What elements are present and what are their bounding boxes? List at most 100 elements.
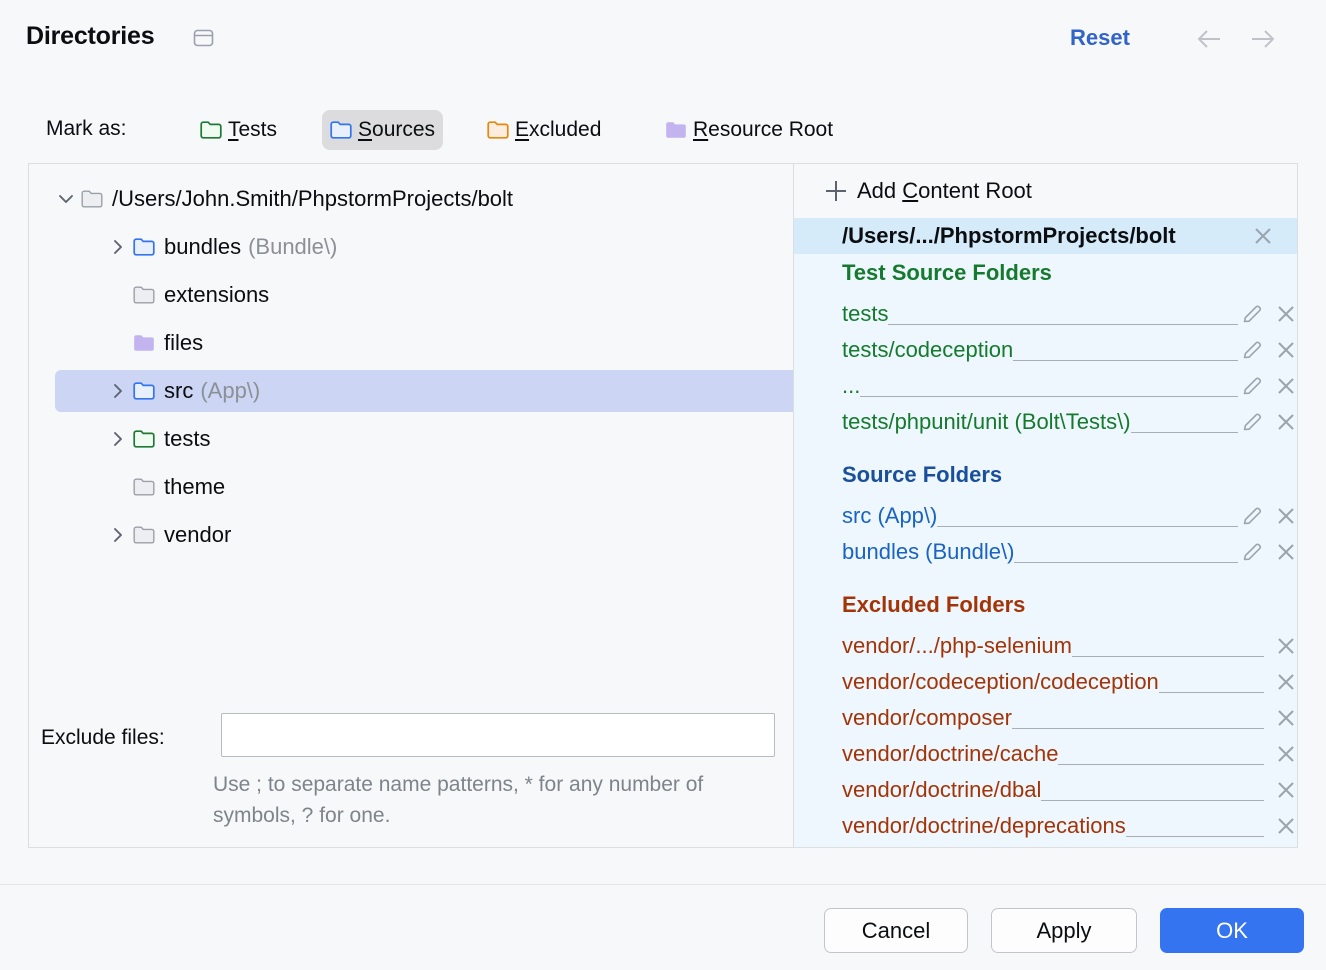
pencil-icon[interactable]: [1240, 374, 1264, 398]
mark-as-excluded-button[interactable]: Excluded: [479, 110, 609, 150]
mark-as-tests-button[interactable]: Tests: [192, 110, 285, 150]
tree-node-theme[interactable]: theme: [55, 466, 793, 508]
root-entry[interactable]: bundles (Bundle\): [842, 534, 1297, 570]
content-root-row[interactable]: /Users/.../PhpstormProjects/bolt: [794, 218, 1297, 254]
root-entry-label: src (App\): [842, 503, 937, 529]
mark-as-label-3: Resource Root: [693, 118, 833, 142]
pencil-icon[interactable]: [1240, 410, 1264, 434]
root-entry-label: tests/phpunit/unit (Bolt\Tests\): [842, 409, 1131, 435]
entry-rule: [1012, 728, 1264, 729]
add-root-prefix: Add: [857, 178, 902, 203]
directory-tree[interactable]: /Users/John.Smith/PhpstormProjects/bolt b…: [29, 164, 793, 847]
chevron-down-icon[interactable]: [55, 188, 77, 210]
tree-expander-placeholder: [107, 476, 129, 498]
root-entry[interactable]: vendor/doctrine/dbal: [842, 772, 1297, 808]
chevron-right-icon[interactable]: [107, 524, 129, 546]
chevron-right-icon[interactable]: [107, 380, 129, 402]
mark-as-sources-button[interactable]: Sources: [322, 110, 443, 150]
folder-sources-icon: [133, 238, 155, 256]
add-content-root-button[interactable]: Add Content Root: [794, 164, 1297, 218]
ok-button[interactable]: OK: [1160, 908, 1304, 953]
panel-window-icon[interactable]: [193, 29, 214, 47]
tree-node-bundles[interactable]: bundles(Bundle\): [55, 226, 793, 268]
folder-sources-icon: [133, 382, 155, 400]
entry-rule: [1072, 656, 1264, 657]
root-entry[interactable]: vendor/doctrine/deprecations: [842, 808, 1297, 844]
close-icon[interactable]: [1275, 375, 1297, 397]
tree-node-files[interactable]: files: [55, 322, 793, 364]
arrow-right-icon[interactable]: [1246, 26, 1278, 52]
root-entry-label: bundles (Bundle\): [842, 539, 1014, 565]
tree-node-src[interactable]: src(App\): [55, 370, 793, 412]
pencil-icon[interactable]: [1240, 504, 1264, 528]
cancel-button[interactable]: Cancel: [824, 908, 968, 953]
tree-expander-placeholder: [107, 284, 129, 306]
close-icon[interactable]: [1275, 505, 1297, 527]
tree-node-extensions[interactable]: extensions: [55, 274, 793, 316]
chevron-right-icon[interactable]: [107, 428, 129, 450]
close-icon[interactable]: [1275, 707, 1297, 729]
close-icon[interactable]: [1275, 303, 1297, 325]
add-root-mnemonic: C: [902, 178, 918, 203]
reset-link[interactable]: Reset: [1070, 25, 1130, 51]
root-sections: Test Source Foldersteststests/codeceptio…: [794, 254, 1297, 847]
root-entry[interactable]: vendor/doctrine/cache: [842, 736, 1297, 772]
root-entry-label: tests: [842, 301, 888, 327]
root-entry[interactable]: vendor/composer: [842, 700, 1297, 736]
dialog-titlebar: Directories Reset: [0, 0, 1326, 80]
root-entry-label: ...: [842, 373, 860, 399]
pencil-icon[interactable]: [1240, 540, 1264, 564]
tree-node-tests[interactable]: tests: [55, 418, 793, 460]
root-entry-label: vendor/codeception/codeception: [842, 669, 1159, 695]
entry-rule: [1131, 432, 1238, 433]
root-entry[interactable]: vendor/codeception/codeception: [842, 664, 1297, 700]
close-icon[interactable]: [1275, 779, 1297, 801]
page-title: Directories: [26, 22, 154, 51]
tree-node-bolt[interactable]: /Users/John.Smith/PhpstormProjects/bolt: [29, 178, 793, 220]
tree-node-label: vendor: [164, 522, 231, 548]
close-icon[interactable]: [1275, 411, 1297, 433]
plus-icon: [823, 178, 849, 204]
tree-node-namespace: (App\): [200, 378, 260, 404]
close-icon[interactable]: [1275, 635, 1297, 657]
exclude-files-hint: Use ; to separate name patterns, * for a…: [213, 769, 773, 831]
mark-as-resource-root-button[interactable]: Resource Root: [657, 110, 841, 150]
root-entry[interactable]: tests/codeception: [842, 332, 1297, 368]
tree-expander-placeholder: [107, 332, 129, 354]
close-icon[interactable]: [1275, 339, 1297, 361]
pencil-icon[interactable]: [1240, 302, 1264, 326]
entry-rule: [937, 526, 1238, 527]
mark-as-label: Mark as:: [46, 117, 127, 141]
mark-as-label-1: Sources: [358, 118, 435, 142]
close-icon[interactable]: [1275, 541, 1297, 563]
folder-plain-icon: [133, 286, 155, 304]
close-icon[interactable]: [1275, 671, 1297, 693]
root-entry[interactable]: tests: [842, 296, 1297, 332]
close-icon[interactable]: [1252, 225, 1274, 247]
directories-panel: /Users/John.Smith/PhpstormProjects/bolt b…: [28, 163, 1298, 848]
content-root-path: /Users/.../PhpstormProjects/bolt: [842, 223, 1176, 249]
apply-button[interactable]: Apply: [991, 908, 1137, 953]
folder-tests-icon: [133, 430, 155, 448]
chevron-right-icon[interactable]: [107, 236, 129, 258]
root-entry[interactable]: tests/phpunit/unit (Bolt\Tests\): [842, 404, 1297, 440]
exclude-files-input[interactable]: [221, 713, 775, 757]
content-roots-pane: Add Content Root /Users/.../PhpstormProj…: [794, 164, 1297, 847]
tree-node-label: tests: [164, 426, 210, 452]
root-entry-label: tests/codeception: [842, 337, 1013, 363]
entry-rule: [1058, 764, 1264, 765]
folder-plain-icon: [81, 190, 103, 208]
exclude-files-label: Exclude files:: [41, 726, 165, 750]
pencil-icon[interactable]: [1240, 338, 1264, 362]
tree-node-vendor[interactable]: vendor: [55, 514, 793, 556]
root-entry[interactable]: vendor/.../php-selenium: [842, 628, 1297, 664]
close-icon[interactable]: [1275, 743, 1297, 765]
root-entry[interactable]: ...: [842, 368, 1297, 404]
folder-plain-icon: [133, 478, 155, 496]
entry-rule: [888, 324, 1238, 325]
close-icon[interactable]: [1275, 815, 1297, 837]
folder-plain-icon: [133, 526, 155, 544]
arrow-left-icon[interactable]: [1194, 26, 1226, 52]
root-entry[interactable]: src (App\): [842, 498, 1297, 534]
root-entry-label: vendor/composer: [842, 705, 1012, 731]
